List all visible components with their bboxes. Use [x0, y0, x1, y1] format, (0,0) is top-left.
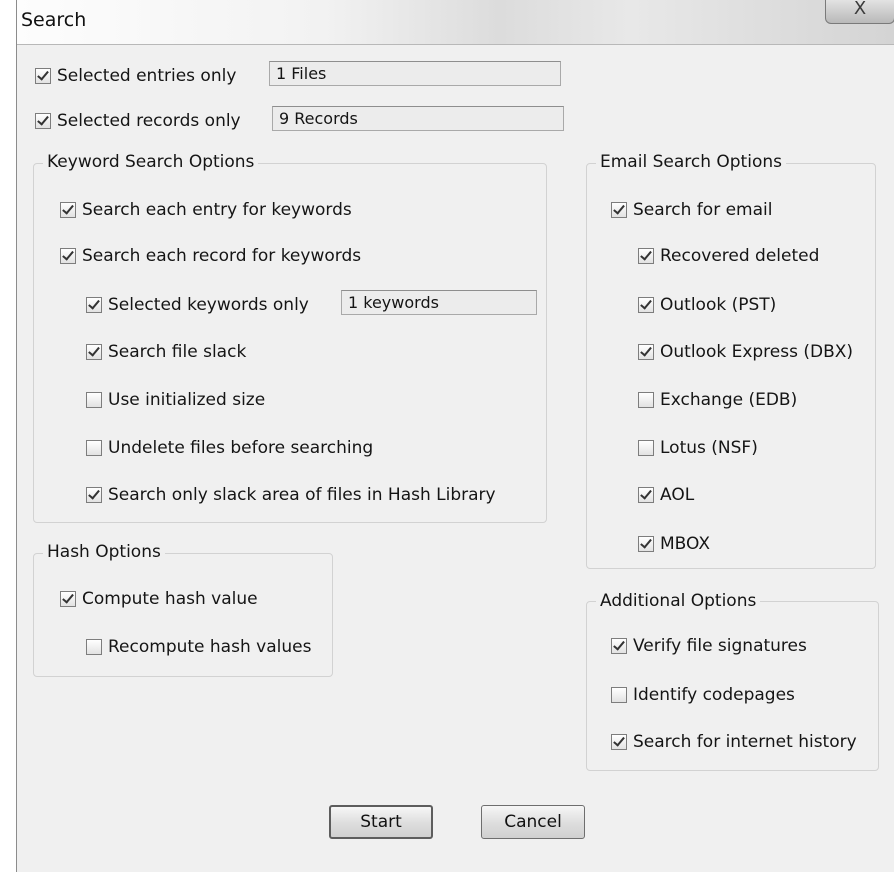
outlook-pst-label: Outlook (PST) — [660, 295, 777, 315]
identify-codepages-label: Identify codepages — [633, 685, 795, 705]
search-each-entry-label: Search each entry for keywords — [82, 200, 352, 220]
email-search-options-group — [586, 163, 876, 569]
compute-hash-checkbox[interactable] — [60, 591, 76, 607]
selected-entries-count-field: 1 Files — [269, 61, 561, 86]
selected-records-count-field: 9 Records — [272, 106, 564, 131]
selected-keywords-label: Selected keywords only — [108, 295, 309, 315]
window-title: Search — [21, 9, 87, 31]
outlook-express-dbx-label: Outlook Express (DBX) — [660, 342, 854, 362]
selected-keywords-checkbox[interactable] — [86, 297, 102, 313]
additional-options-title: Additional Options — [596, 591, 761, 611]
search-slack-hash-library-label: Search only slack area of files in Hash … — [108, 485, 496, 505]
recompute-hash-checkbox[interactable] — [86, 639, 102, 655]
search-each-entry-option[interactable]: Search each entry for keywords — [60, 200, 352, 220]
selected-keywords-option[interactable]: Selected keywords only — [86, 295, 309, 315]
undelete-files-option[interactable]: Undelete files before searching — [86, 438, 373, 458]
exchange-edb-label: Exchange (EDB) — [660, 390, 798, 410]
aol-checkbox[interactable] — [638, 487, 654, 503]
compute-hash-label: Compute hash value — [82, 589, 258, 609]
lotus-nsf-option[interactable]: Lotus (NSF) — [638, 438, 758, 458]
search-dialog: Search X Selected entries only 1 Files S… — [16, 0, 894, 872]
search-each-entry-checkbox[interactable] — [60, 202, 76, 218]
search-internet-history-label: Search for internet history — [633, 732, 857, 752]
exchange-edb-option[interactable]: Exchange (EDB) — [638, 390, 797, 410]
verify-file-signatures-option[interactable]: Verify file signatures — [611, 636, 807, 656]
recovered-deleted-checkbox[interactable] — [638, 248, 654, 264]
compute-hash-option[interactable]: Compute hash value — [60, 589, 258, 609]
search-file-slack-option[interactable]: Search file slack — [86, 342, 246, 362]
outlook-pst-option[interactable]: Outlook (PST) — [638, 295, 776, 315]
exchange-edb-checkbox[interactable] — [638, 392, 654, 408]
outlook-pst-checkbox[interactable] — [638, 297, 654, 313]
search-internet-history-checkbox[interactable] — [611, 734, 627, 750]
use-initialized-size-option[interactable]: Use initialized size — [86, 390, 265, 410]
aol-label: AOL — [660, 485, 695, 505]
verify-file-signatures-label: Verify file signatures — [633, 636, 807, 656]
search-slack-hash-library-checkbox[interactable] — [86, 487, 102, 503]
close-icon: X — [853, 0, 867, 19]
search-for-email-option[interactable]: Search for email — [611, 200, 772, 220]
selected-records-option[interactable]: Selected records only — [35, 111, 241, 131]
search-internet-history-option[interactable]: Search for internet history — [611, 732, 857, 752]
recompute-hash-option[interactable]: Recompute hash values — [86, 637, 311, 657]
lotus-nsf-checkbox[interactable] — [638, 440, 654, 456]
selected-records-checkbox[interactable] — [35, 113, 51, 129]
title-bar: Search X — [17, 0, 894, 45]
cancel-button[interactable]: Cancel — [481, 805, 585, 839]
search-file-slack-checkbox[interactable] — [86, 344, 102, 360]
selected-entries-checkbox[interactable] — [35, 68, 51, 84]
keyword-search-options-title: Keyword Search Options — [43, 152, 259, 172]
outlook-express-dbx-option[interactable]: Outlook Express (DBX) — [638, 342, 853, 362]
search-each-record-checkbox[interactable] — [60, 248, 76, 264]
start-button[interactable]: Start — [329, 805, 433, 839]
search-each-record-label: Search each record for keywords — [82, 246, 362, 266]
identify-codepages-option[interactable]: Identify codepages — [611, 685, 795, 705]
selected-keywords-count-field: 1 keywords — [341, 290, 537, 315]
recovered-deleted-label: Recovered deleted — [660, 246, 820, 266]
search-slack-hash-library-option[interactable]: Search only slack area of files in Hash … — [86, 485, 496, 505]
recompute-hash-label: Recompute hash values — [108, 637, 312, 657]
email-search-options-title: Email Search Options — [596, 152, 786, 172]
search-for-email-checkbox[interactable] — [611, 202, 627, 218]
search-file-slack-label: Search file slack — [108, 342, 247, 362]
lotus-nsf-label: Lotus (NSF) — [660, 438, 758, 458]
use-initialized-size-label: Use initialized size — [108, 390, 266, 410]
mbox-checkbox[interactable] — [638, 536, 654, 552]
close-button[interactable]: X — [825, 0, 894, 24]
use-initialized-size-checkbox[interactable] — [86, 392, 102, 408]
selected-entries-label: Selected entries only — [57, 66, 237, 86]
undelete-files-checkbox[interactable] — [86, 440, 102, 456]
undelete-files-label: Undelete files before searching — [108, 438, 374, 458]
recovered-deleted-option[interactable]: Recovered deleted — [638, 246, 819, 266]
mbox-option[interactable]: MBOX — [638, 534, 710, 554]
outlook-express-dbx-checkbox[interactable] — [638, 344, 654, 360]
identify-codepages-checkbox[interactable] — [611, 687, 627, 703]
mbox-label: MBOX — [660, 534, 710, 554]
aol-option[interactable]: AOL — [638, 485, 694, 505]
search-for-email-label: Search for email — [633, 200, 773, 220]
selected-entries-option[interactable]: Selected entries only — [35, 66, 236, 86]
hash-options-group — [33, 553, 333, 677]
selected-records-label: Selected records only — [57, 111, 241, 131]
search-each-record-option[interactable]: Search each record for keywords — [60, 246, 361, 266]
hash-options-title: Hash Options — [43, 542, 165, 562]
verify-file-signatures-checkbox[interactable] — [611, 638, 627, 654]
